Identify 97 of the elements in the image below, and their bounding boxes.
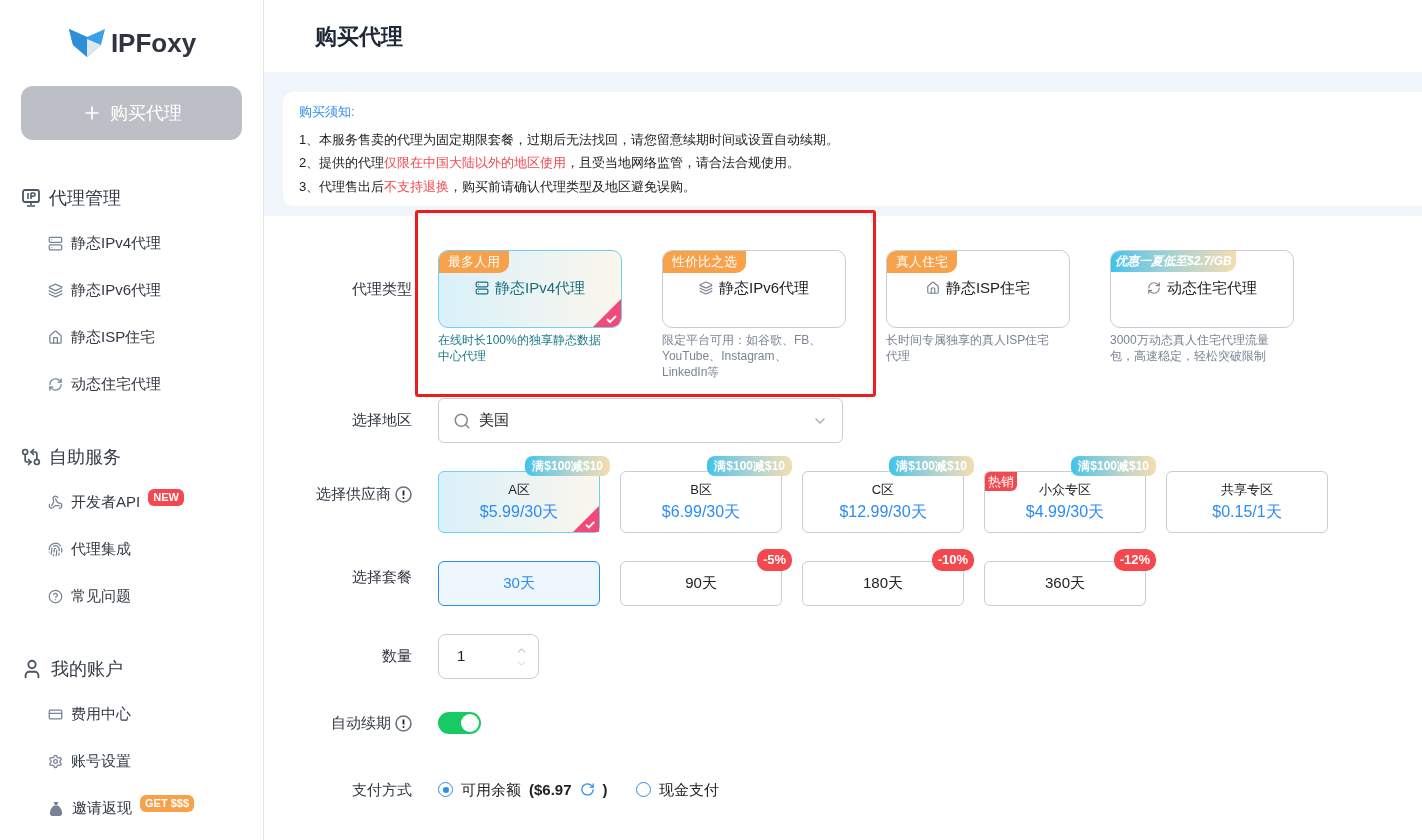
notice-line: 2、提供的代理仅限在中国大陆以外的地区使用，且受当地网络监管，请合法合规使用。 (299, 154, 802, 172)
sidebar-item[interactable]: 费用中心 (21, 691, 242, 738)
supplier-card[interactable]: 共享专区 $0.15/1天 (1166, 471, 1328, 533)
hot-tag: 热销 (985, 472, 1017, 491)
info-icon (395, 714, 412, 732)
money-bag-icon (48, 800, 64, 817)
sidebar-item[interactable]: 静态IPv4代理 (21, 220, 242, 267)
menu-item-icon (48, 542, 63, 557)
monitor-icon (21, 188, 41, 208)
supplier-name: 小众专区 (1039, 481, 1091, 500)
form-label: 选择供应商 (316, 484, 391, 505)
form-label: 自动续期 (331, 713, 391, 733)
item-badge: NEW (148, 489, 184, 506)
supplier-card[interactable]: A区 $5.99/30天 (438, 471, 600, 533)
sidebar-item[interactable]: 动态住宅代理 (21, 361, 242, 408)
proxy-type-name: 静态ISP住宅 (945, 277, 1031, 298)
sidebar-section-title: 自助服务 (49, 445, 121, 469)
supplier-price: $4.99/30天 (1025, 501, 1105, 522)
supplier-name: C区 (871, 481, 895, 500)
supplier-card[interactable]: C区 $12.99/30天 (802, 471, 964, 533)
proxy-type-icon (699, 281, 713, 295)
proxy-type-description: 限定平台可用：如谷歌、FB、YouTube、Instagram、LinkedIn等 (662, 332, 823, 380)
proxy-type-icon (475, 281, 489, 295)
form-label: 支付方式 (352, 779, 412, 800)
sidebar-item[interactable]: 静态ISP住宅 (21, 314, 242, 361)
proxy-type-description: 长时间专属独享的真人ISP住宅代理 (886, 332, 1051, 364)
menu-item-icon (48, 330, 63, 345)
sidebar-item[interactable]: 代理集成 (21, 526, 242, 573)
sidebar-item[interactable]: 开发者API NEW (21, 479, 242, 526)
supplier-price: $12.99/30天 (839, 501, 927, 522)
quantity-input[interactable]: 1 (438, 634, 539, 679)
promo-tag: 满$100减$10 (707, 456, 792, 476)
proxy-type-card[interactable]: 性价比之选 静态IPv6代理 (662, 250, 846, 328)
refresh-icon[interactable] (579, 782, 595, 798)
supplier-name: B区 (690, 481, 712, 500)
supplier-name: 共享专区 (1221, 481, 1273, 500)
balance-amount: ($6.97 (529, 779, 572, 800)
sidebar-item[interactable]: 常见问题 (21, 573, 242, 620)
supplier-card[interactable]: B区 $6.99/30天 (620, 471, 782, 533)
swap-arrows-icon (21, 447, 41, 467)
logo-text: IPFoxy (110, 26, 197, 60)
promo-tag: 优惠一夏低至$2.7/GB (1111, 251, 1236, 272)
proxy-type-name: 静态IPv6代理 (719, 277, 809, 298)
discount-tag: -10% (931, 549, 974, 571)
discount-tag: -12% (1113, 549, 1156, 571)
menu-item-icon (48, 236, 63, 251)
auto-renew-toggle[interactable] (438, 712, 481, 735)
payment-option-label: 现金支付 (658, 779, 719, 800)
menu-item-icon (48, 377, 63, 392)
promo-tag: 满$100减$10 (525, 456, 610, 476)
sidebar-item[interactable]: 邀请返现 GET $$$ (21, 785, 242, 832)
menu-item-icon (48, 495, 63, 510)
proxy-type-card[interactable]: 最多人用 静态IPv4代理 (438, 250, 622, 328)
selected-check-icon (593, 299, 621, 327)
balance-closing: ) (602, 779, 608, 800)
page-title: 购买代理 (315, 22, 403, 51)
form-label: 数量 (382, 646, 412, 667)
payment-option-label: 可用余额 (461, 779, 521, 800)
supplier-price: $0.15/1天 (1212, 501, 1282, 522)
menu-item-icon (48, 589, 63, 604)
promo-tag: 满$100减$10 (1071, 456, 1156, 476)
sidebar-item[interactable]: 账号设置 (21, 738, 242, 785)
info-icon (395, 486, 412, 503)
menu-item-icon (48, 283, 63, 298)
proxy-type-description: 3000万动态真人住宅代理流量包，高速稳定，轻松突破限制 (1110, 332, 1270, 364)
selected-check-icon (573, 506, 599, 532)
form-label: 选择地区 (352, 410, 412, 431)
region-select[interactable]: 美国 (438, 398, 843, 443)
card-tag: 最多人用 (439, 251, 509, 273)
search-icon (453, 411, 471, 430)
proxy-type-card[interactable]: 真人住宅 静态ISP住宅 (886, 250, 1070, 328)
proxy-type-icon (925, 281, 940, 295)
notice-title: 购买须知: (299, 103, 356, 121)
supplier-price: $6.99/30天 (661, 501, 741, 522)
menu-item-icon (48, 707, 63, 722)
promo-tag: 满$100减$10 (889, 456, 974, 476)
discount-tag: -5% (756, 549, 792, 571)
form-label: 代理类型 (352, 279, 412, 299)
proxy-type-name: 动态住宅代理 (1167, 277, 1257, 298)
supplier-name: A区 (508, 481, 530, 500)
proxy-type-name: 静态IPv4代理 (495, 277, 585, 298)
sidebar-item[interactable]: 静态IPv6代理 (21, 267, 242, 314)
supplier-price: $5.99/30天 (479, 501, 559, 522)
fox-logo-icon (66, 27, 107, 59)
sidebar-section-title: 代理管理 (49, 186, 121, 210)
item-badge: GET $$$ (140, 795, 195, 812)
menu-item-icon (48, 754, 63, 769)
supplier-card[interactable]: 热销 小众专区 $4.99/30天 (984, 471, 1146, 533)
sidebar-section-title: 我的账户 (51, 657, 123, 681)
notice-line: 1、本服务售卖的代理为固定期限套餐，过期后无法找回，请您留意续期时间或设置自动续期。 (299, 130, 841, 149)
notice-line: 3、代理售出后不支持退换，购买前请确认代理类型及地区避免误购。 (299, 177, 698, 196)
proxy-type-description: 在线时长100%的独享静态数据中心代理 (438, 332, 602, 364)
proxy-type-icon (1147, 281, 1161, 295)
card-tag: 真人住宅 (887, 251, 957, 273)
form-label: 选择套餐 (352, 567, 412, 588)
card-tag: 性价比之选 (663, 251, 746, 273)
proxy-type-card[interactable]: 优惠一夏低至$2.7/GB 动态住宅代理 (1110, 250, 1294, 328)
